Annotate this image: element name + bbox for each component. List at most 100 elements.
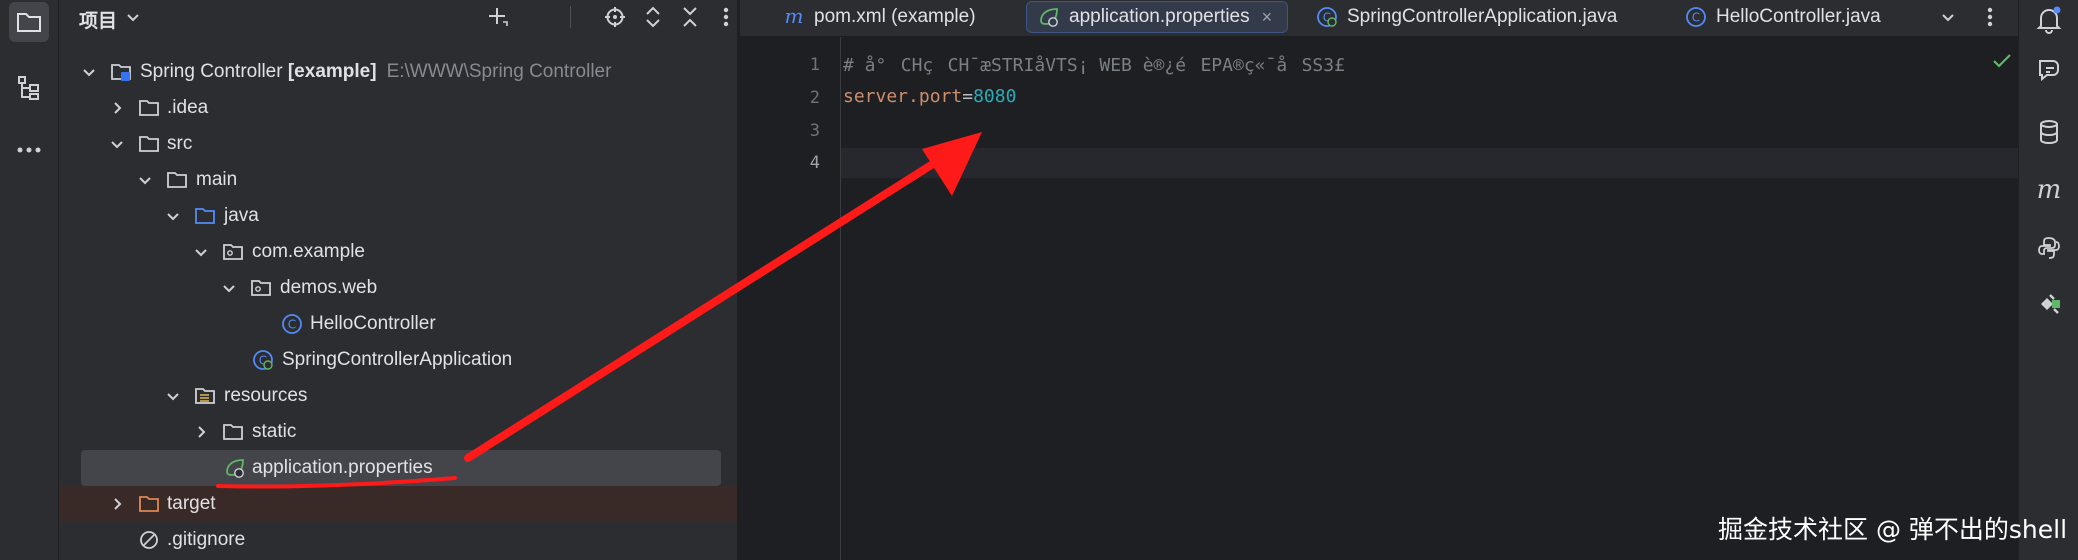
- chevron-down-icon[interactable]: [165, 388, 181, 404]
- tree-item-label: HelloController: [310, 313, 436, 334]
- project-tool-icon[interactable]: [9, 2, 49, 42]
- tab-list-chevron-icon[interactable]: [1940, 9, 1956, 30]
- class-icon: C: [1684, 6, 1708, 28]
- tree-item-resources[interactable]: resources: [59, 378, 729, 414]
- spring-boot-class-icon: C: [253, 350, 273, 370]
- chevron-down-icon[interactable]: [221, 280, 237, 296]
- folder-icon: [223, 424, 243, 440]
- more-tools-icon[interactable]: [9, 130, 49, 170]
- tab-label: application.properties: [1069, 6, 1250, 27]
- svg-text:C: C: [1692, 11, 1700, 25]
- class-icon: C: [282, 314, 302, 334]
- folder-icon: [167, 172, 187, 188]
- tab-spring-controller-application[interactable]: C SpringControllerApplication.java: [1315, 1, 1617, 33]
- excluded-folder-icon: [139, 496, 159, 512]
- locate-file-icon[interactable]: [604, 6, 626, 28]
- source-folder-icon: [195, 208, 215, 224]
- tab-hello-controller[interactable]: C HelloController.java: [1684, 1, 1881, 33]
- inspection-ok-icon[interactable]: [1992, 53, 2012, 74]
- tab-label: HelloController.java: [1716, 6, 1881, 27]
- package-icon: [223, 244, 243, 260]
- project-path: E:\WWW\Spring Controller: [386, 61, 612, 82]
- expand-all-icon[interactable]: [642, 6, 664, 28]
- tree-item-project-root[interactable]: Spring Controller [example] E:\WWW\Spring…: [59, 54, 729, 90]
- code-editor[interactable]: 1 2 3 4 # å°CHçCH¯æSTRIåVTS¡ WEB è®¿é…: [740, 37, 2018, 560]
- tab-label: SpringControllerApplication.java: [1347, 6, 1618, 27]
- tree-item-spring-controller-application[interactable]: C SpringControllerApplication: [59, 342, 729, 378]
- chevron-right-icon[interactable]: [193, 424, 209, 440]
- code-line-2: server.port=8080: [843, 86, 1016, 107]
- property-key: server.port: [843, 86, 963, 107]
- chevron-right-icon[interactable]: [109, 496, 125, 512]
- collapse-all-icon[interactable]: [679, 6, 701, 28]
- close-icon[interactable]: ×: [1262, 7, 1273, 28]
- chevron-down-icon[interactable]: [165, 208, 181, 224]
- svg-text:m: m: [2037, 177, 2062, 203]
- line-number: 4: [809, 153, 820, 173]
- chevron-down-icon[interactable]: [137, 172, 153, 188]
- project-panel-header: 项目: [59, 0, 737, 36]
- tree-item-com-example[interactable]: com.example: [59, 234, 729, 270]
- notifications-icon[interactable]: [2031, 2, 2067, 38]
- line-number: 3: [809, 121, 820, 141]
- line-number: 2: [809, 88, 820, 108]
- gutter-separator: [840, 37, 841, 560]
- tab-application-properties[interactable]: application.properties ×: [1026, 1, 1288, 33]
- tab-pom-xml[interactable]: m pom.xml (example): [782, 1, 976, 33]
- tree-item-static[interactable]: static: [59, 414, 729, 450]
- chevron-down-icon[interactable]: [125, 9, 141, 30]
- tree-item-label: application.properties: [252, 457, 433, 478]
- spring-properties-icon: [226, 459, 244, 478]
- editor-tab-bar: m pom.xml (example) application.properti…: [740, 0, 2018, 37]
- tree-item-label: main: [196, 169, 238, 190]
- tree-item-label: .idea: [167, 97, 209, 118]
- chevron-down-icon[interactable]: [109, 136, 125, 152]
- new-file-icon[interactable]: [487, 6, 509, 28]
- code-line-1: # å°CHçCH¯æSTRIåVTS¡ WEB è®¿éEPA®ç«¯å…: [843, 53, 1345, 77]
- spring-properties-icon: [1037, 6, 1061, 28]
- tree-item-src[interactable]: src: [59, 126, 729, 162]
- tree-item-label: static: [252, 421, 297, 442]
- editor-gutter: 1 2 3 4: [740, 37, 840, 560]
- database-icon[interactable]: [2031, 114, 2067, 150]
- structure-tool-icon[interactable]: [9, 68, 49, 108]
- right-tool-window-bar: m: [2018, 0, 2078, 560]
- tab-label: pom.xml (example): [814, 6, 976, 27]
- chevron-down-icon[interactable]: [193, 244, 209, 260]
- tree-item-idea[interactable]: .idea: [59, 90, 729, 126]
- tree-item-demos-web[interactable]: demos.web: [59, 270, 729, 306]
- spring-boot-class-icon: C: [1315, 6, 1339, 28]
- tree-item-label: target: [167, 493, 216, 514]
- folder-icon: [139, 136, 159, 152]
- tree-item-gitignore[interactable]: .gitignore: [59, 522, 729, 558]
- code-comment: # å°CHçCH¯æSTRIåVTS¡ WEB è®¿éEPA®ç«¯å…: [843, 55, 1345, 76]
- options-kebab-icon[interactable]: [715, 6, 737, 28]
- svg-text:m: m: [785, 6, 804, 28]
- tree-item-label: demos.web: [280, 277, 378, 298]
- tree-item-main[interactable]: main: [59, 162, 729, 198]
- left-tool-window-bar: [0, 0, 59, 560]
- module-name: [example]: [282, 61, 377, 82]
- tree-item-application-properties[interactable]: application.properties: [81, 450, 721, 486]
- tree-item-label: resources: [224, 385, 308, 406]
- package-icon: [251, 280, 271, 296]
- gitignore-icon: [140, 531, 158, 549]
- tree-item-hello-controller[interactable]: C HelloController: [59, 306, 729, 342]
- python-icon[interactable]: [2031, 230, 2067, 266]
- tree-item-label: com.example: [252, 241, 365, 262]
- maven-icon: m: [782, 6, 806, 28]
- tree-item-target[interactable]: target: [59, 486, 737, 522]
- tab-options-kebab-icon[interactable]: [1987, 7, 1993, 32]
- chevron-right-icon[interactable]: [109, 100, 125, 116]
- property-equals: =: [962, 86, 974, 107]
- folder-icon: [139, 100, 159, 116]
- project-panel-title[interactable]: 项目: [79, 6, 117, 33]
- endpoints-icon[interactable]: [2031, 286, 2067, 322]
- tree-item-label: java: [224, 205, 259, 226]
- chevron-down-icon[interactable]: [81, 64, 97, 80]
- ai-assistant-icon[interactable]: [2031, 52, 2067, 88]
- resources-folder-icon: [195, 388, 215, 404]
- tree-item-java[interactable]: java: [59, 198, 729, 234]
- maven-tool-icon[interactable]: m: [2031, 172, 2067, 208]
- project-panel: 项目 Spring Controller [example] E:\WWW\Spr…: [59, 0, 792, 560]
